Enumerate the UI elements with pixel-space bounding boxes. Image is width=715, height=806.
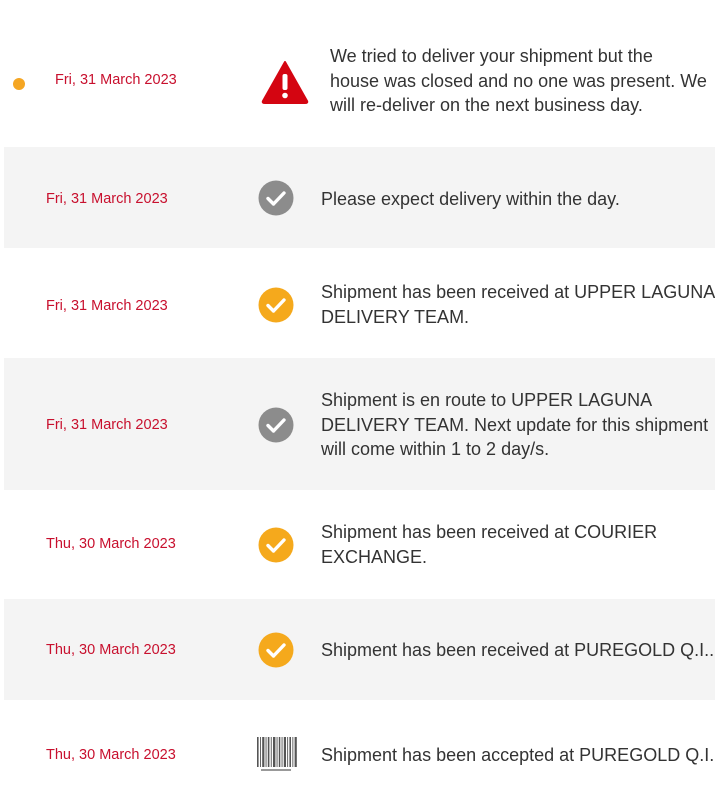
check-circle-gray-icon (258, 407, 294, 448)
timeline-event: Fri, 31 March 2023 We tried to deliver y… (0, 30, 715, 140)
barcode-icon (256, 737, 300, 778)
event-date: Thu, 30 March 2023 (46, 536, 176, 552)
event-message: Shipment has been accepted at PUREGOLD Q… (321, 743, 715, 768)
event-message: Shipment has been received at PUREGOLD Q… (321, 638, 715, 663)
event-message-line: EXCHANGE. (321, 546, 428, 567)
check-circle-gray-icon (258, 180, 294, 221)
timeline-event: Fri, 31 March 2023 Please expect deliver… (4, 147, 715, 248)
event-message-line: DELIVERY TEAM. Next update for this ship… (321, 414, 709, 435)
event-date: Thu, 30 March 2023 (46, 747, 176, 763)
event-date: Fri, 31 March 2023 (55, 72, 177, 88)
event-message: Shipment has been received at UPPER LAGU… (321, 280, 715, 329)
event-message-line: Shipment has been accepted at PUREGOLD Q… (321, 745, 715, 765)
event-message-line: will come within 1 to 2 day/s. (321, 439, 550, 459)
timeline-event: Fri, 31 March 2023 Shipment is en route … (4, 358, 715, 490)
event-message-line: will re-deliver on the next business day… (330, 95, 643, 115)
timeline-event: Thu, 30 March 2023 Shipment has been rec… (0, 492, 715, 596)
event-date: Thu, 30 March 2023 (46, 642, 176, 658)
event-date: Fri, 31 March 2023 (46, 417, 168, 433)
event-message: Please expect delivery within the day. (321, 187, 715, 212)
warning-icon (261, 60, 309, 109)
event-message-line: Shipment has been received at PUREGOLD Q… (321, 640, 715, 660)
check-circle-orange-icon (258, 287, 294, 328)
check-circle-orange-icon (258, 632, 294, 673)
current-status-dot (13, 78, 25, 90)
event-message-line: Shipment has been received at COURIER (321, 522, 658, 542)
event-message-line: DELIVERY TEAM. (321, 306, 470, 327)
check-circle-orange-icon (258, 527, 294, 568)
shipment-timeline: Fri, 31 March 2023 We tried to deliver y… (0, 0, 715, 806)
event-date: Fri, 31 March 2023 (46, 298, 168, 314)
timeline-event: Fri, 31 March 2023 Shipment has been rec… (0, 252, 715, 355)
event-message-line: Shipment has been received at UPPER LAGU… (321, 282, 715, 302)
event-message-line: Please expect delivery within the day. (321, 189, 620, 209)
event-message: Shipment has been received at COURIER EX… (321, 520, 715, 569)
event-date: Fri, 31 March 2023 (46, 191, 168, 207)
event-message-line: Shipment is en route to UPPER LAGUNA (321, 390, 653, 410)
event-message: Shipment is en route to UPPER LAGUNA DEL… (321, 388, 715, 462)
event-message-line: We tried to deliver your shipment but th… (330, 46, 653, 66)
timeline-event: Thu, 30 March 2023 Shipment has been rec… (4, 599, 715, 700)
timeline-event: Thu, 30 March 2023 Shipment has been acc… (0, 704, 715, 806)
event-message: We tried to deliver your shipment but th… (330, 44, 715, 118)
event-message-line: house was closed and no one was present.… (330, 70, 707, 91)
